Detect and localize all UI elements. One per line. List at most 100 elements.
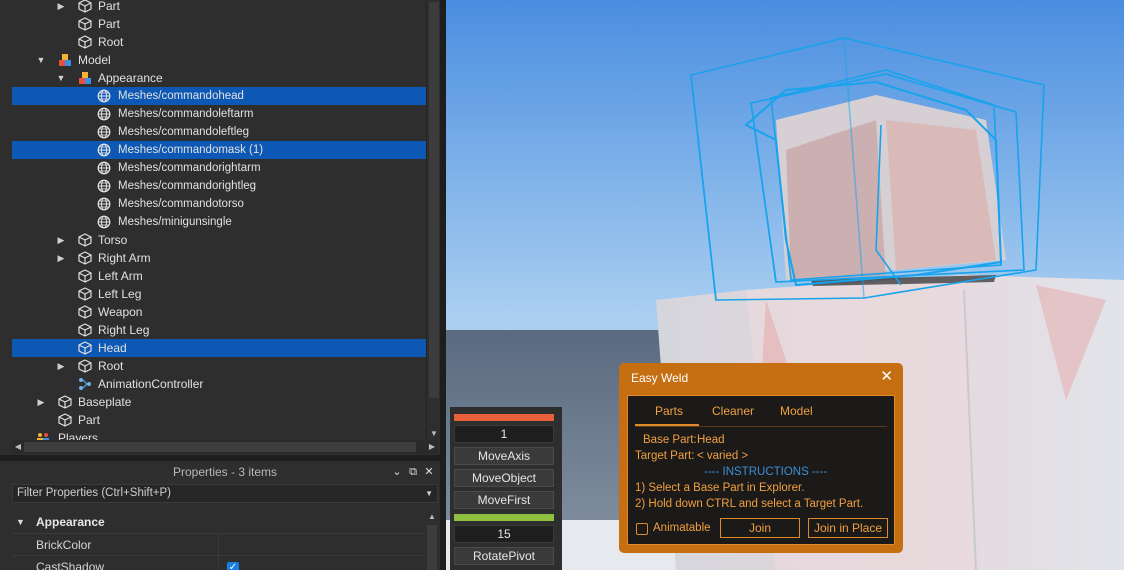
join-in-place-button[interactable]: Join in Place: [808, 518, 888, 538]
tree-row-mesh-commandorightarm[interactable]: Meshes/commandorightarm: [12, 159, 426, 177]
castshadow-checkbox[interactable]: ✓: [227, 562, 239, 570]
tree-row-torso[interactable]: ▶ Torso: [12, 231, 426, 249]
scroll-down-arrow-icon[interactable]: ▼: [427, 428, 440, 440]
tab-parts[interactable]: Parts: [655, 404, 683, 418]
property-name: BrickColor: [36, 538, 92, 552]
tree-row-mesh-minigunsingle[interactable]: Meshes/minigunsingle: [12, 213, 426, 231]
properties-scrollbar[interactable]: ▲: [426, 511, 438, 570]
mesh-icon: [97, 161, 111, 175]
tree-row-root[interactable]: ▶ Root: [12, 357, 426, 375]
join-button[interactable]: Join: [720, 518, 800, 538]
mesh-icon: [97, 125, 111, 139]
tree-row-label: AnimationController: [98, 377, 204, 391]
tree-row-root[interactable]: Root: [12, 33, 426, 51]
close-icon[interactable]: ✕: [422, 461, 436, 483]
model-icon: [79, 72, 91, 84]
tree-row-label: Meshes/commandorightarm: [118, 162, 261, 174]
tree-row-mesh-commandoleftarm[interactable]: Meshes/commandoleftarm: [12, 105, 426, 123]
tree-row-mesh-commandotorso[interactable]: Meshes/commandotorso: [12, 195, 426, 213]
tree-row-animation-controller[interactable]: AnimationController: [12, 375, 426, 393]
part-icon: [78, 0, 92, 13]
property-row-castshadow[interactable]: CastShadow ✓: [12, 555, 426, 570]
scroll-up-arrow-icon[interactable]: ▲: [426, 511, 438, 523]
collapse-arrow-icon[interactable]: ▼: [55, 69, 67, 87]
part-icon: [78, 35, 92, 49]
mesh-icon: [97, 197, 111, 211]
expand-arrow-icon[interactable]: ▶: [55, 249, 67, 267]
tree-row-part[interactable]: Part: [12, 411, 426, 429]
chevron-down-icon[interactable]: ▼: [425, 485, 433, 502]
property-value[interactable]: ✓: [218, 556, 426, 570]
scrollbar-thumb[interactable]: [427, 525, 437, 570]
expand-arrow-icon[interactable]: ▶: [55, 231, 67, 249]
part-icon: [78, 341, 92, 355]
explorer-horizontal-scrollbar[interactable]: ◀ ▶: [12, 440, 438, 454]
tree-row-left-leg[interactable]: Left Leg: [12, 285, 426, 303]
easy-weld-window: Easy Weld ✕ Parts Cleaner Model Base Par…: [619, 363, 903, 553]
bottom-color-bar: [454, 514, 554, 521]
tree-row-part[interactable]: ▶ Part: [12, 0, 426, 15]
tab-cleaner[interactable]: Cleaner: [712, 404, 754, 418]
scrollbar-thumb[interactable]: [429, 2, 439, 398]
tree-row-right-arm[interactable]: ▶ Right Arm: [12, 249, 426, 267]
filter-properties-input[interactable]: Filter Properties (Ctrl+Shift+P) ▼: [12, 484, 438, 503]
tree-row-right-leg[interactable]: Right Leg: [12, 321, 426, 339]
property-row-brickcolor[interactable]: BrickColor: [12, 533, 426, 556]
tree-row-baseplate[interactable]: ▶ Baseplate: [12, 393, 426, 411]
tree-row-left-arm[interactable]: Left Arm: [12, 267, 426, 285]
tree-row-appearance[interactable]: ▼ Appearance: [12, 69, 426, 87]
base-part-label: Base Part:: [643, 434, 697, 446]
move-axis-button[interactable]: MoveAxis: [454, 447, 554, 465]
tab-model[interactable]: Model: [780, 404, 813, 418]
plugin-toolbar: 1 MoveAxis MoveObject MoveFirst 15 Rotat…: [450, 407, 562, 570]
explorer-vertical-scrollbar[interactable]: ▼: [426, 0, 440, 440]
tree-row-weapon[interactable]: Weapon: [12, 303, 426, 321]
mesh-icon: [97, 89, 111, 103]
expand-arrow-icon[interactable]: ▶: [35, 393, 47, 411]
tree-row-label: Weapon: [98, 305, 143, 319]
tree-row-label: Meshes/commandomask (1): [118, 144, 264, 156]
tree-row-part[interactable]: Part: [12, 15, 426, 33]
property-name: CastShadow: [36, 560, 105, 570]
property-section-appearance[interactable]: ▼ Appearance: [12, 513, 426, 531]
move-object-button[interactable]: MoveObject: [454, 469, 554, 487]
expand-arrow-icon[interactable]: ▶: [55, 357, 67, 375]
property-value[interactable]: [218, 534, 426, 556]
move-first-button[interactable]: MoveFirst: [454, 491, 554, 509]
tree-row-label: Right Leg: [98, 323, 150, 337]
tree-row-label: Right Arm: [98, 251, 151, 265]
expand-arrow-icon[interactable]: ▶: [55, 0, 67, 15]
collapse-arrow-icon[interactable]: ▼: [35, 51, 47, 69]
properties-title: Properties - 3 items: [172, 465, 278, 479]
tree-row-mesh-commandomask[interactable]: Meshes/commandomask (1): [12, 141, 426, 159]
top-color-bar: [454, 414, 554, 421]
tree-row-head[interactable]: Head: [12, 339, 426, 357]
tree-row-label: Torso: [98, 233, 128, 247]
mesh-icon: [97, 215, 111, 229]
tree-row-mesh-commandorightleg[interactable]: Meshes/commandorightleg: [12, 177, 426, 195]
scrollbar-thumb[interactable]: [24, 442, 416, 452]
tree-row-label: Root: [98, 35, 124, 49]
part-icon: [78, 269, 92, 283]
tree-row-model[interactable]: ▼ Model: [12, 51, 426, 69]
easy-weld-title: Easy Weld: [631, 371, 689, 385]
chevron-down-icon[interactable]: ⌄: [390, 461, 404, 483]
tree-row-label: Meshes/commandoleftarm: [118, 108, 254, 120]
collapse-arrow-icon[interactable]: ▼: [16, 513, 25, 531]
tab-divider: [635, 426, 887, 427]
animatable-checkbox[interactable]: [636, 523, 648, 535]
undock-icon[interactable]: ⧉: [406, 461, 420, 483]
close-icon[interactable]: ✕: [880, 369, 893, 385]
rotate-pivot-button[interactable]: RotatePivot: [454, 547, 554, 565]
scroll-right-arrow-icon[interactable]: ▶: [426, 440, 438, 454]
part-icon: [58, 413, 72, 427]
increment-value-field[interactable]: 1: [454, 425, 554, 443]
rotation-value-field[interactable]: 15: [454, 525, 554, 543]
instruction-step-2: 2) Hold down CTRL and select a Target Pa…: [635, 498, 864, 510]
tree-row-mesh-commandohead[interactable]: Meshes/commandohead: [12, 87, 426, 105]
part-icon: [78, 359, 92, 373]
mesh-icon: [97, 179, 111, 193]
tree-row-label: Root: [98, 359, 124, 373]
tree-row-mesh-commandoleftleg[interactable]: Meshes/commandoleftleg: [12, 123, 426, 141]
scroll-left-arrow-icon[interactable]: ◀: [12, 440, 24, 454]
